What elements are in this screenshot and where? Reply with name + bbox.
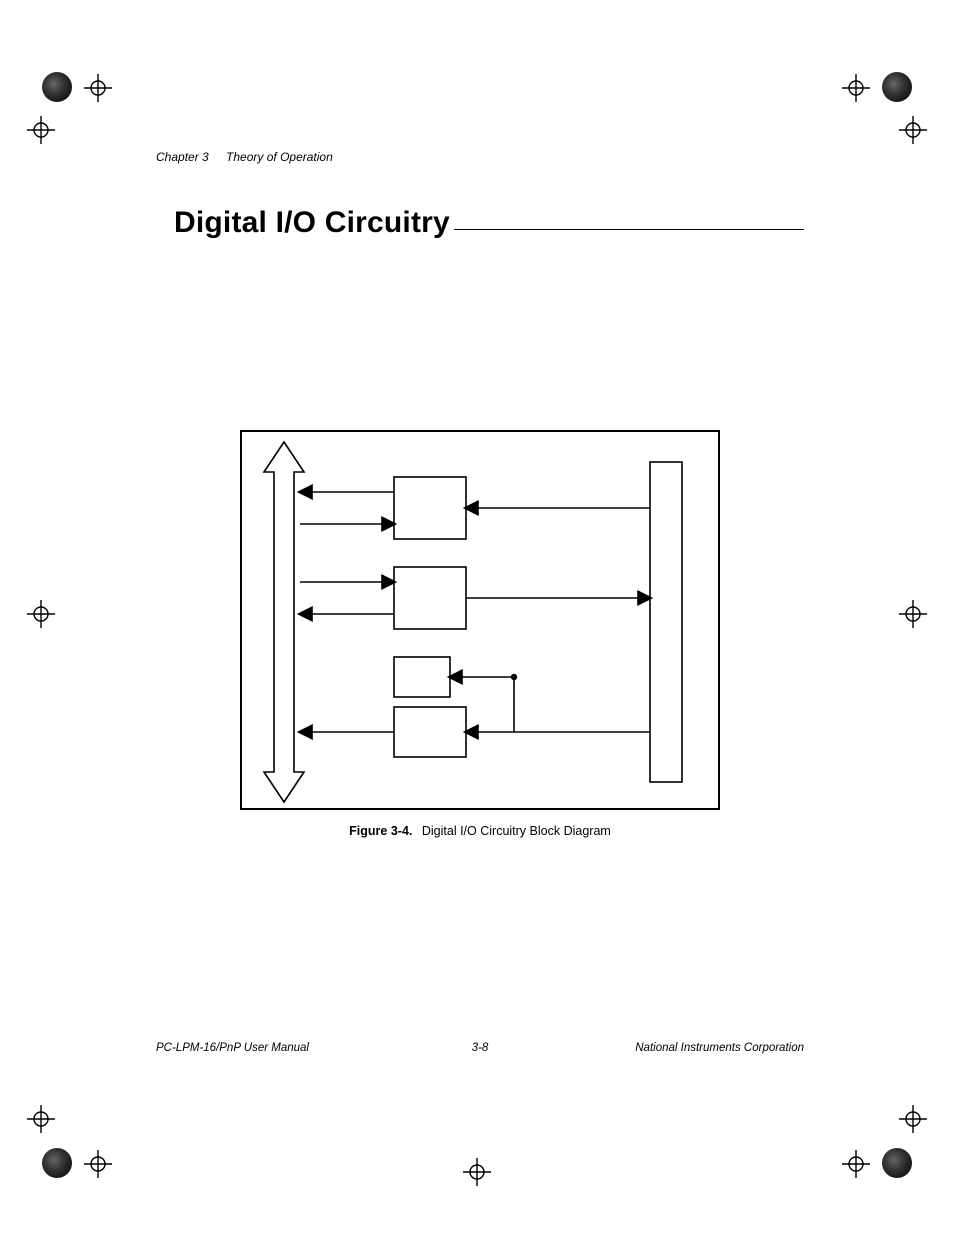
running-header: Chapter 3 Theory of Operation <box>156 150 804 164</box>
figure-number: Figure 3-4. <box>349 824 412 838</box>
printer-mark-circle <box>882 1148 912 1178</box>
io-connector-block <box>650 462 682 782</box>
block-diagram <box>240 430 720 810</box>
printer-registration-mark <box>84 74 112 102</box>
printer-registration-mark <box>842 74 870 102</box>
printer-registration-mark <box>899 1105 927 1133</box>
printer-registration-mark <box>899 600 927 628</box>
printer-registration-mark <box>27 1105 55 1133</box>
printer-registration-mark <box>84 1150 112 1178</box>
figure-caption-text: Digital I/O Circuitry Block Diagram <box>422 824 611 838</box>
footer-left: PC-LPM-16/PnP User Manual <box>156 1042 309 1054</box>
title-rule <box>454 229 804 230</box>
page-footer: PC-LPM-16/PnP User Manual 3-8 National I… <box>156 1042 804 1054</box>
printer-registration-mark <box>27 600 55 628</box>
register-block <box>394 657 450 697</box>
chapter-title: Theory of Operation <box>226 150 333 164</box>
footer-page-number: 3-8 <box>472 1042 489 1054</box>
footer-right: National Instruments Corporation <box>635 1042 804 1054</box>
printer-registration-mark <box>463 1158 491 1186</box>
section-title-row: Digital I/O Circuitry <box>156 206 804 240</box>
figure-container: Figure 3-4. Digital I/O Circuitry Block … <box>156 430 804 838</box>
page-content: Chapter 3 Theory of Operation Digital I/… <box>156 150 804 838</box>
printer-mark-circle <box>42 1148 72 1178</box>
section-title: Digital I/O Circuitry <box>156 206 450 240</box>
printer-registration-mark <box>842 1150 870 1178</box>
printer-registration-mark <box>27 116 55 144</box>
figure-caption: Figure 3-4. Digital I/O Circuitry Block … <box>349 824 611 838</box>
chapter-number: Chapter 3 <box>156 150 209 164</box>
printer-mark-circle <box>42 72 72 102</box>
register-block <box>394 477 466 539</box>
register-block <box>394 707 466 757</box>
printer-mark-circle <box>882 72 912 102</box>
bus-arrow-icon <box>264 442 304 802</box>
register-block <box>394 567 466 629</box>
printer-registration-mark <box>899 116 927 144</box>
